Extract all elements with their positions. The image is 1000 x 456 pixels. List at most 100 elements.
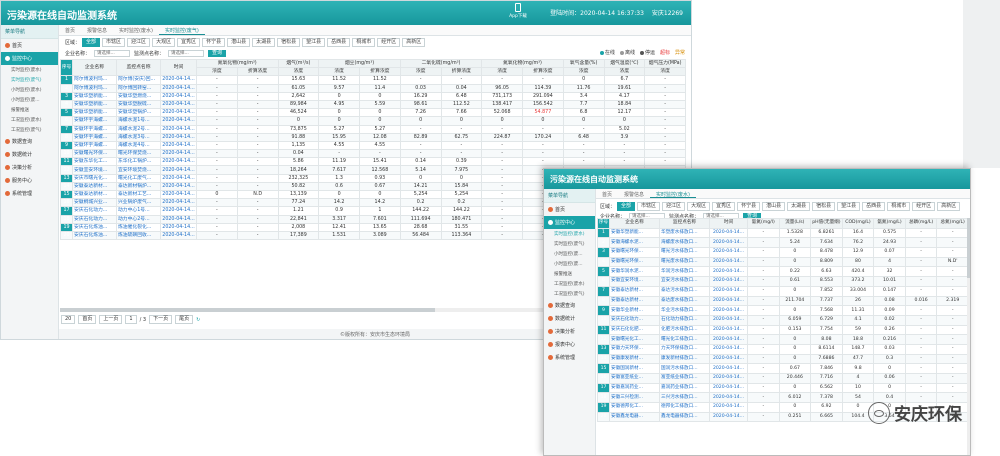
table-row[interactable]: 7 安徽环宇海螺... 海螺水泥2号... 2020-04-14... - -73,875… xyxy=(60,124,686,134)
table-cell[interactable]: 海螺水泥4号... xyxy=(116,140,161,151)
submenu-item[interactable]: 工况监控(废水) xyxy=(544,279,595,289)
submenu-item[interactable]: 工况监控(废气) xyxy=(1,125,58,135)
table-row[interactable]: 11 安徽东华化工... 东华化工锅炉... 2020-04-14... - -5.86 1… xyxy=(60,157,686,167)
table-cell[interactable]: 安徽泰达新材... xyxy=(72,181,117,192)
table-row[interactable]: 9 安徽环宇海螺... 海螺水泥4号... 2020-04-14... - -1,135 4… xyxy=(60,140,686,151)
table-row[interactable]: 16 安徽富亚纸业... 富亚纸业排放口... 2020-04-14... -20.44… xyxy=(597,373,969,384)
area-chip[interactable]: 宿松县 xyxy=(277,38,301,47)
table-cell[interactable]: 安庆石化化肥... xyxy=(609,324,660,336)
table-row[interactable]: 13 安徽力天环保... 力天环保排放口... 2020-04-14... -0 8.61… xyxy=(597,343,969,355)
table-row[interactable]: 12 安徽曙光化工... 曙光化工排放口... 2020-04-14... -0 8.08… xyxy=(597,334,969,345)
table-cell[interactable]: 安徽力天环保... xyxy=(609,343,660,355)
table-cell[interactable]: 安庆石化炼油... xyxy=(72,230,117,241)
area-chip[interactable]: 大观区 xyxy=(152,38,176,47)
submenu-item[interactable]: 报警推送 xyxy=(544,269,595,279)
table-cell[interactable]: 海螺水泥2号... xyxy=(116,124,161,134)
table-cell[interactable]: 安徽国润新材... xyxy=(609,363,660,374)
table-cell[interactable]: 安徽华业新材... xyxy=(609,305,660,316)
table-cell[interactable]: 安徽华塑锅炉... xyxy=(116,108,161,118)
area-chip[interactable]: 宜秀区 xyxy=(177,38,201,47)
table-row[interactable]: 6 安徽环宇海螺... 海螺水泥1号... 2020-04-14... - -0 0 0 0 0 0… xyxy=(60,116,686,126)
table-cell[interactable]: 海螺水泥1号... xyxy=(116,116,161,126)
table-cell[interactable]: 安徽富亚纸业... xyxy=(609,373,660,384)
table-cell[interactable]: 安徽华塑新能... xyxy=(72,91,117,101)
area-chip[interactable]: 全部 xyxy=(82,38,101,47)
sidebar-item-analysis[interactable]: 决策分析 xyxy=(544,325,595,338)
sidebar-item-home[interactable]: 首页 xyxy=(1,39,58,52)
sidebar-item-stats[interactable]: 数据统计 xyxy=(544,312,595,325)
submenu-item[interactable]: 小时监控(废... xyxy=(1,95,58,105)
table-cell[interactable]: 安徽曙光环保... xyxy=(609,247,660,258)
table-row[interactable]: 17 安徽嘉润药业... 嘉润药业排放口... 2020-04-14... -0 6.56… xyxy=(597,382,969,394)
table-cell[interactable]: 安徽曙光环保... xyxy=(72,149,117,159)
table-cell[interactable]: 安徽华塑燃烧... xyxy=(116,91,161,101)
table-cell[interactable]: 阿尔博波利玛... xyxy=(72,83,117,93)
table-cell[interactable]: 安徽华塑新能... xyxy=(72,99,117,110)
table-cell[interactable]: 泰达新材工艺... xyxy=(116,189,161,200)
area-chip[interactable]: 望江县 xyxy=(302,38,326,47)
table-row[interactable]: 1 阿尔博波利玛... 阿尔博(安庆)回... 2020-04-14... - -15.6… xyxy=(60,75,686,85)
prev-page-button[interactable]: 上一页 xyxy=(99,315,123,324)
table-cell[interactable]: 安徽环宇海螺... xyxy=(72,132,117,142)
area-chip[interactable]: 迎江区 xyxy=(127,38,151,47)
table-cell[interactable]: 东华化工锅炉... xyxy=(116,157,161,167)
table-row[interactable]: 9 安徽华业新材... 华业污水排放口... 2020-04-14... -0 7.568… xyxy=(597,305,969,316)
area-chip[interactable]: 太湖县 xyxy=(252,38,276,47)
table-row[interactable]: 5 安徽华塑新能... 安徽华塑锅炉... 2020-04-14... - -46,524… xyxy=(60,108,686,118)
area-chip[interactable]: 潜山县 xyxy=(762,202,786,211)
table-cell[interactable]: 炼油催化裂化... xyxy=(116,222,161,232)
table-cell[interactable]: 安徽德邦化工... xyxy=(609,402,660,413)
tab-home[interactable]: 首页 xyxy=(59,25,81,35)
table-row[interactable]: 14 安徽康发新材... 康发新材排放口... 2020-04-14... -0 7.68… xyxy=(597,353,969,365)
table-row[interactable]: 4 安徽华塑新能... 安徽华塑脱硫... 2020-04-14... - -89,984… xyxy=(60,99,686,110)
sidebar-item-stats[interactable]: 数据统计 xyxy=(1,148,58,161)
table-cell[interactable]: 安徽海螺水泥... xyxy=(609,237,660,249)
tab-alarm[interactable]: 报警信息 xyxy=(81,25,113,35)
submenu-item[interactable]: 实时监控(废水) xyxy=(1,65,58,75)
table-cell[interactable]: 嘉润药业排放口... xyxy=(659,382,710,394)
table-cell[interactable]: 泰达废水排放口... xyxy=(659,295,710,307)
table-cell[interactable]: 海螺废水排放口... xyxy=(659,237,710,249)
refresh-icon[interactable]: ↻ xyxy=(196,317,200,323)
table-row[interactable]: 3 安徽曙光环保... 曙光污水排放口... 2020-04-14... -0 8.478… xyxy=(597,247,969,258)
table-row[interactable]: 15 安徽国润新材... 国润污水排放口... 2020-04-14... -0.67 7… xyxy=(597,363,969,374)
table-cell[interactable]: 安徽曙光环保... xyxy=(609,256,660,268)
table-cell[interactable]: 安徽泰达新材... xyxy=(72,189,117,200)
area-chip[interactable]: 大观区 xyxy=(687,202,711,211)
table-row[interactable]: 8 安徽环宇海螺... 海螺水泥3号... 2020-04-14... - -91.88 1… xyxy=(60,132,686,142)
table-cell[interactable]: 曙光化工排放口... xyxy=(659,334,710,345)
area-chip[interactable]: 市辖区 xyxy=(637,202,661,211)
table-cell[interactable]: 国润污水排放口... xyxy=(659,363,710,374)
area-chip[interactable]: 岳西县 xyxy=(327,38,351,47)
table-cell[interactable]: 兴业锅炉废气... xyxy=(116,198,161,208)
table-cell[interactable]: 安徽华润水泥... xyxy=(609,266,660,278)
table-cell[interactable]: 动力中心1号... xyxy=(116,206,161,216)
area-chip[interactable]: 怀宁县 xyxy=(737,202,761,211)
table-cell[interactable]: 安徽华塑新能... xyxy=(72,108,117,118)
submenu-item[interactable]: 实时监控(废气) xyxy=(1,75,58,85)
tab-alarm[interactable]: 报警信息 xyxy=(618,189,650,198)
submenu-item[interactable]: 工况监控(废气) xyxy=(544,289,595,299)
table-cell[interactable]: 安庆石化动力... xyxy=(72,214,117,224)
table-row[interactable]: 7 安徽泰达新材... 泰达污水排放口... 2020-04-14... -0 7.852… xyxy=(597,285,969,297)
table-cell[interactable]: 安徽宜安环境... xyxy=(72,165,117,175)
submenu-item[interactable]: 小时监控(废... xyxy=(544,259,595,269)
table-row[interactable]: 8 安徽泰达新材... 泰达废水排放口... 2020-04-14... -211.70… xyxy=(597,295,969,307)
table-cell[interactable]: 华业污水排放口... xyxy=(659,305,710,316)
table-cell[interactable]: 三兴污水排放口... xyxy=(659,392,710,404)
area-chip[interactable]: 市辖区 xyxy=(102,38,126,47)
table-cell[interactable]: 康发新材排放口... xyxy=(659,353,710,365)
next-page-button[interactable]: 下一页 xyxy=(149,315,173,324)
table-row[interactable]: 10 安徽曙光环保... 曙光环保焚烧... 2020-04-14... - -0.04-… xyxy=(60,149,686,159)
area-chip[interactable]: 宿松县 xyxy=(812,202,836,211)
table-cell[interactable]: 阿尔博回转窑... xyxy=(116,83,161,93)
table-cell[interactable]: 曙光废水排放口... xyxy=(659,256,710,268)
table-row[interactable]: 10 安庆石化动力... 石化动力排放口... 2020-04-14... -6.059… xyxy=(597,314,969,326)
table-cell[interactable]: 化肥污水排放口... xyxy=(659,324,710,336)
table-cell[interactable]: 安徽环宇海螺... xyxy=(72,116,117,126)
enterprise-select[interactable]: 请选择... xyxy=(94,50,131,57)
table-cell[interactable]: 安庆石化动力... xyxy=(72,206,117,216)
area-chip[interactable]: 高新区 xyxy=(937,202,961,211)
sidebar-item-monitor[interactable]: 监控中心 xyxy=(544,216,595,229)
submenu-item[interactable]: 小时监控(废... xyxy=(544,249,595,259)
